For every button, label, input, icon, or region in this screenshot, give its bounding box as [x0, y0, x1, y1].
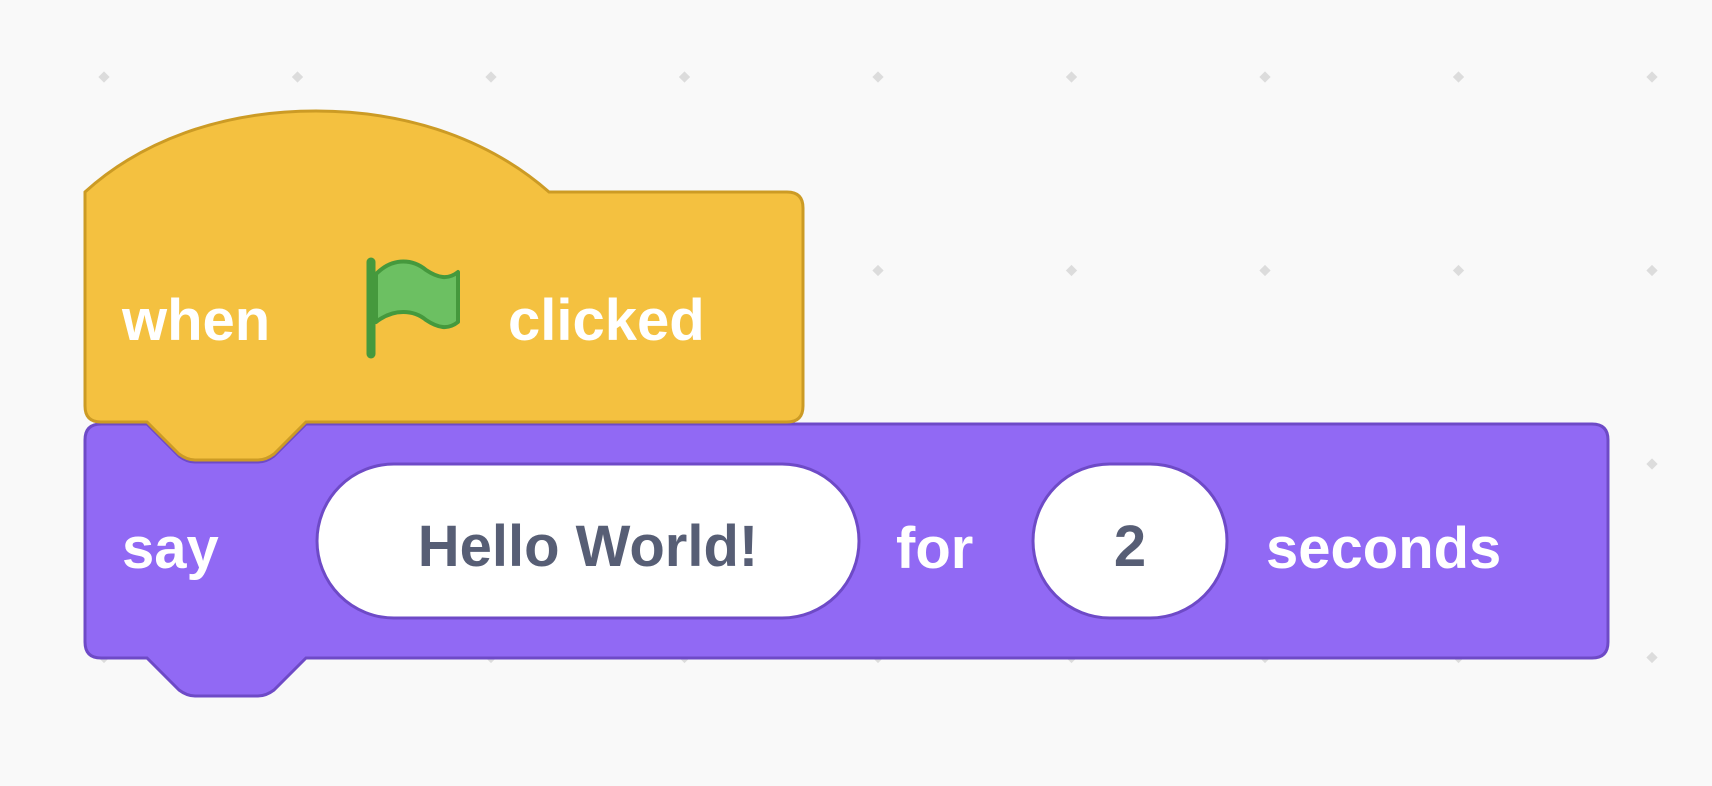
seconds-label: seconds	[1266, 516, 1501, 581]
grid-dot	[1646, 71, 1658, 83]
grid-dot	[872, 264, 884, 277]
clicked-label: clicked	[508, 288, 705, 353]
grid-dot	[1452, 264, 1465, 277]
grid-dot	[291, 71, 304, 83]
grid-dot	[1259, 264, 1271, 277]
grid-dot	[678, 71, 691, 83]
when-flag-clicked-block[interactable]: when clicked	[83, 109, 805, 462]
grid-dot	[872, 71, 884, 83]
grid-dot	[1646, 458, 1658, 470]
grid-dot	[98, 71, 110, 83]
grid-dot	[1646, 264, 1658, 277]
say-for-seconds-block[interactable]: say Hello World! for 2 seconds	[83, 422, 1610, 698]
grid-dot	[1065, 71, 1078, 83]
duration-input[interactable]: 2	[1031, 462, 1229, 620]
grid-dot	[1065, 264, 1078, 277]
grid-dot	[1259, 71, 1271, 83]
for-label: for	[896, 516, 973, 581]
duration-input-value: 2	[1114, 514, 1146, 579]
grid-dot	[485, 71, 497, 83]
message-input-value: Hello World!	[418, 514, 758, 579]
message-input[interactable]: Hello World!	[315, 462, 861, 620]
grid-dot	[1646, 651, 1658, 664]
grid-dot	[1452, 71, 1465, 83]
say-label: say	[122, 516, 219, 581]
when-label: when	[121, 288, 270, 353]
code-workspace[interactable]: say Hello World! for 2 seconds when clic…	[0, 0, 1712, 786]
